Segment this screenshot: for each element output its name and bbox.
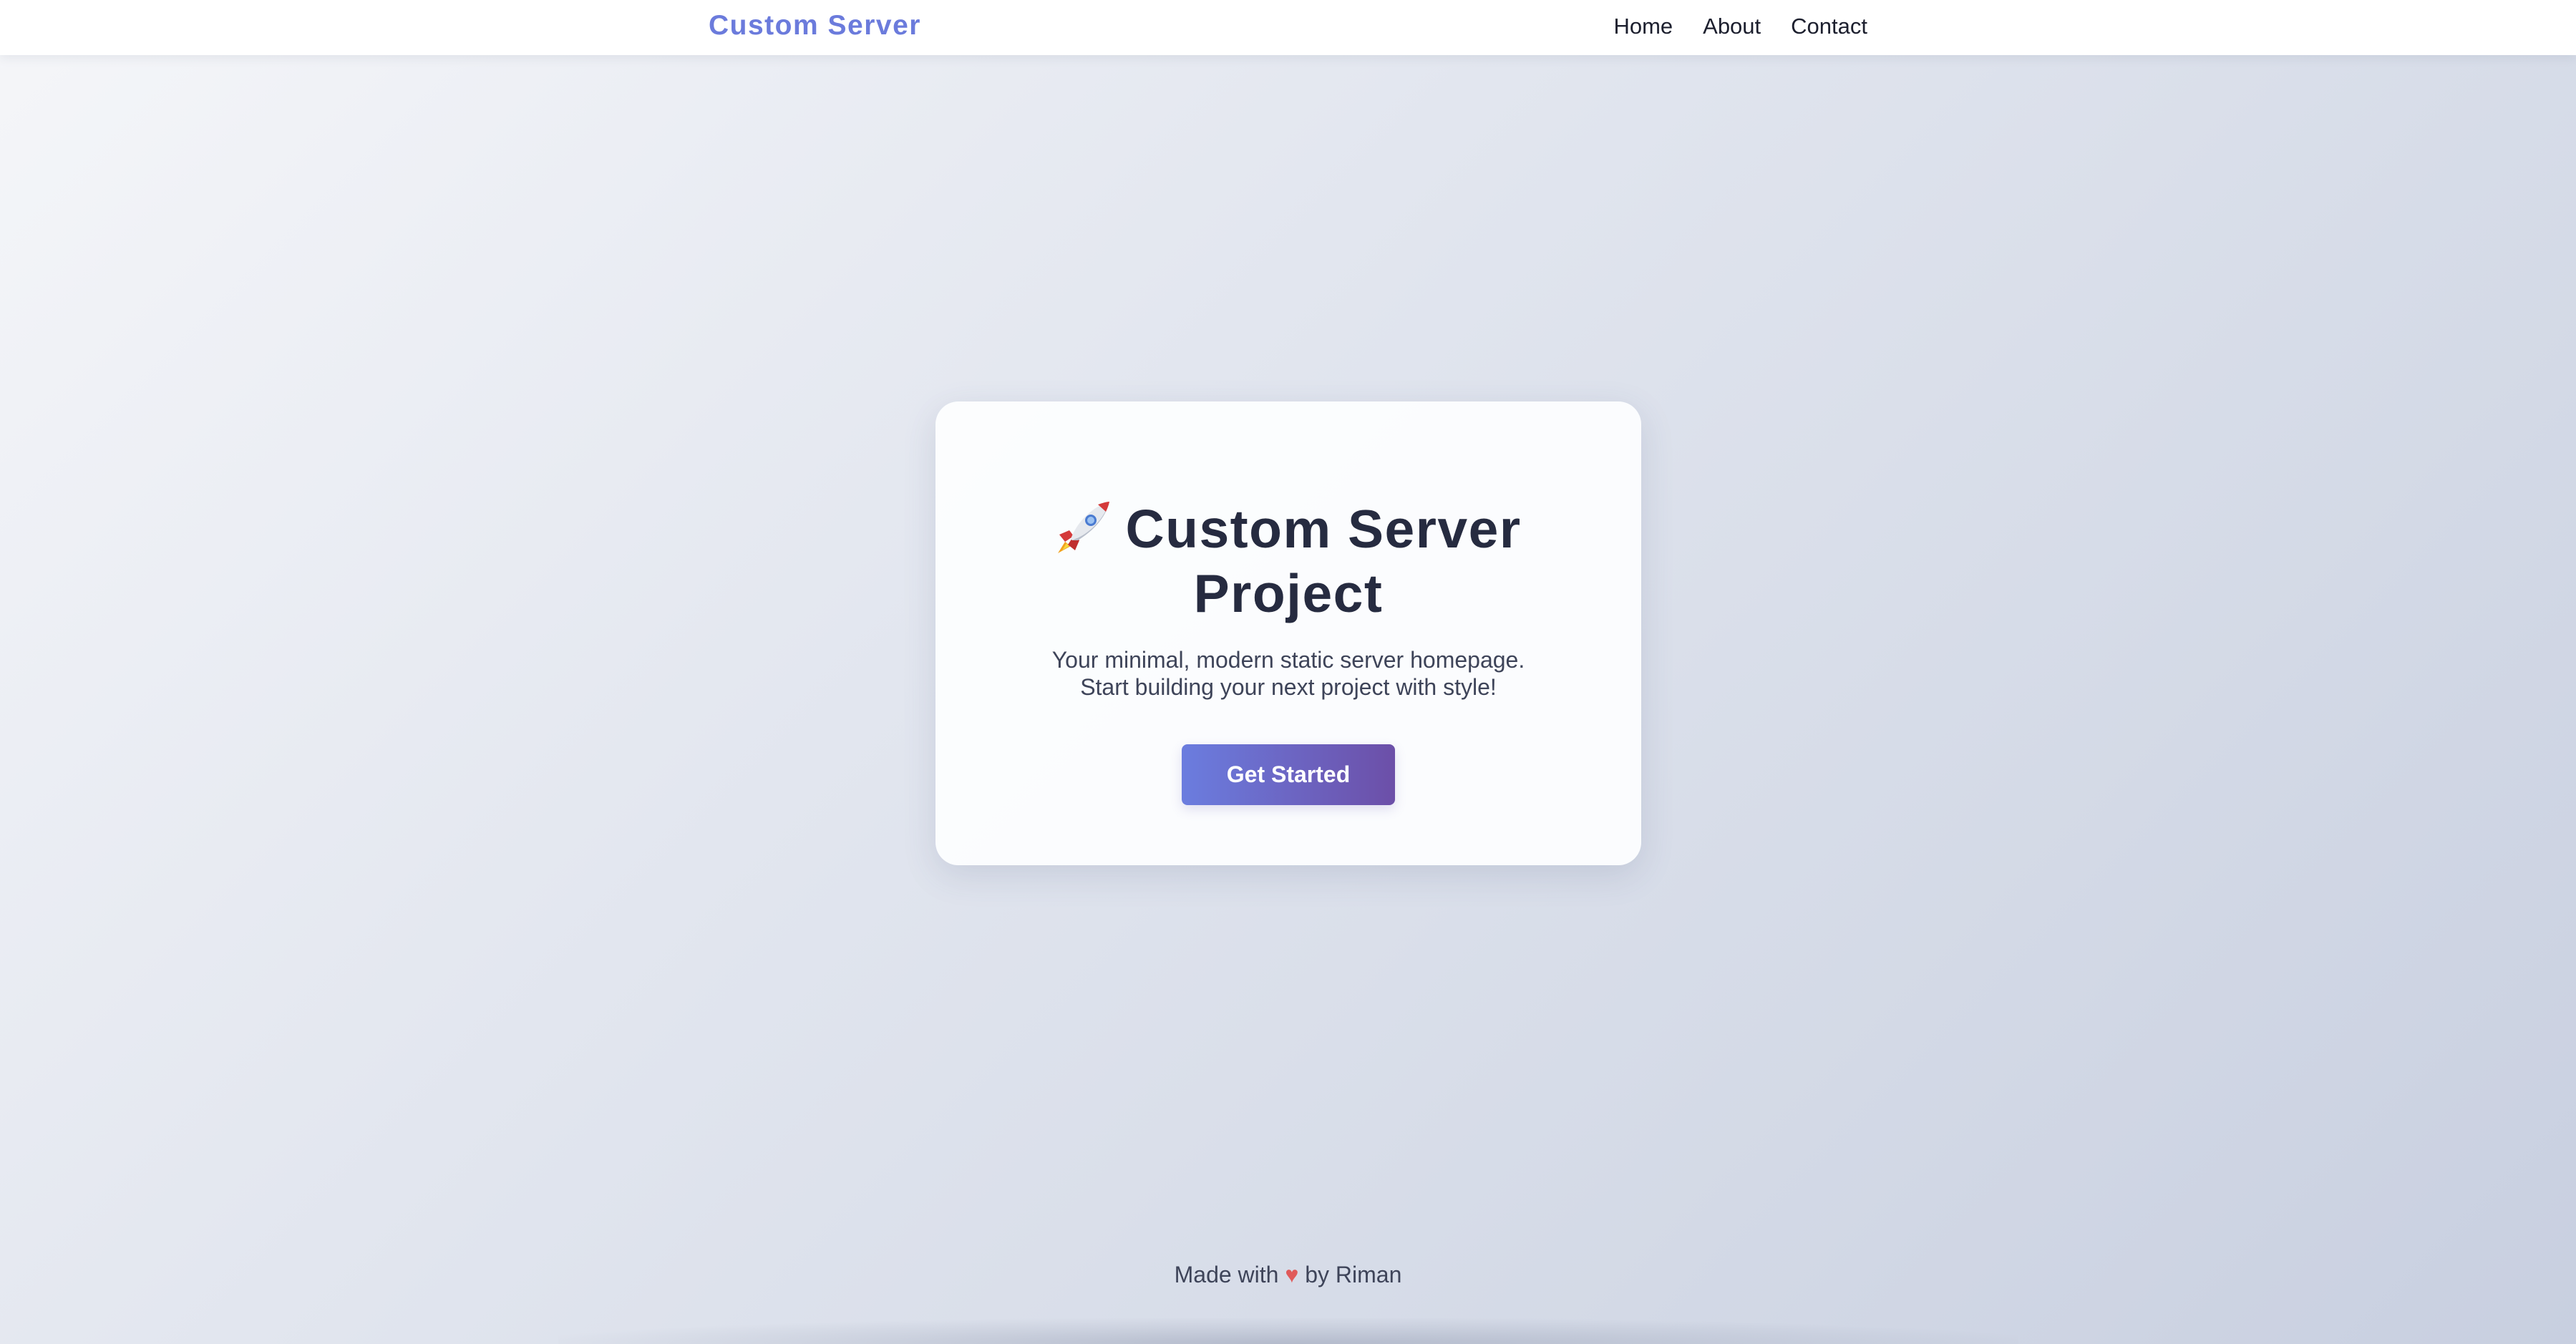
bottom-edge-shadow <box>558 1318 2018 1344</box>
rocket-icon <box>1055 499 1112 555</box>
hero-subtitle: Your minimal, modern static server homep… <box>935 646 1641 701</box>
footer: Made with ♥ by Riman <box>0 1260 2576 1289</box>
top-navbar: Custom Server Home About Contact <box>0 0 2576 55</box>
footer-prefix: Made with <box>1174 1262 1279 1287</box>
brand-logo-link[interactable]: Custom Server <box>709 9 921 42</box>
hero-title-line1: Custom Server <box>1125 499 1522 559</box>
nav-link-home[interactable]: Home <box>1613 12 1673 41</box>
hero-title-line2: Project <box>1193 563 1384 623</box>
hero-subtitle-line2: Start building your next project with st… <box>1080 674 1497 700</box>
nav-links: Home About Contact <box>1613 12 1867 41</box>
nav-link-contact[interactable]: Contact <box>1791 12 1867 41</box>
hero-subtitle-line1: Your minimal, modern static server homep… <box>1051 647 1525 673</box>
hero-title: Custom Server Project <box>935 497 1641 625</box>
footer-suffix: by Riman <box>1305 1262 1402 1287</box>
nav-link-about[interactable]: About <box>1703 12 1761 41</box>
hero-card: Custom Server Project Your minimal, mode… <box>935 401 1641 865</box>
heart-icon: ♥ <box>1285 1262 1299 1287</box>
get-started-button[interactable]: Get Started <box>1182 744 1395 805</box>
